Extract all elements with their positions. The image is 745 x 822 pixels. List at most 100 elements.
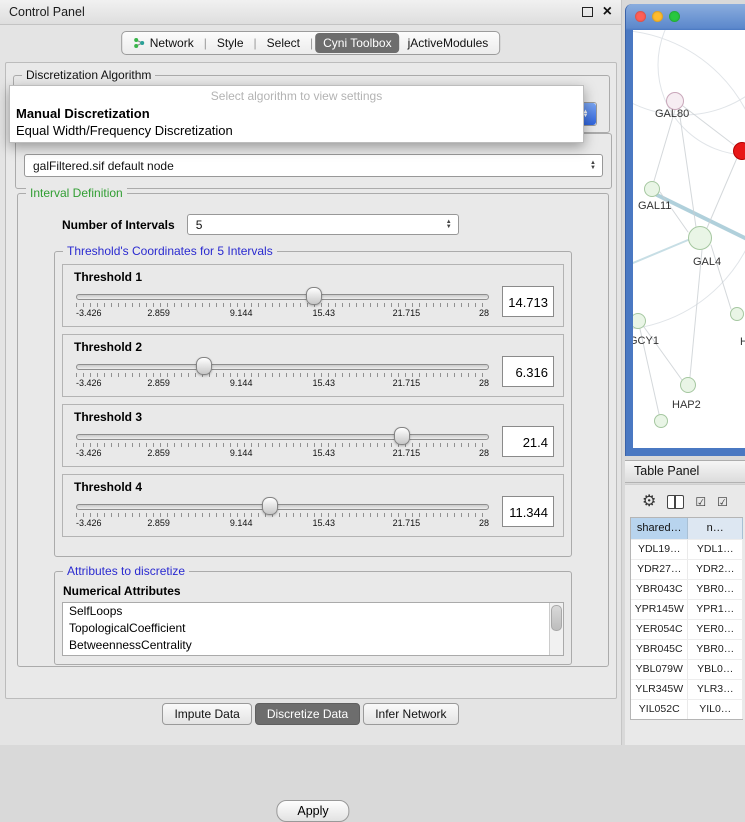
tab-impute-data[interactable]: Impute Data: [162, 703, 251, 725]
tab-select[interactable]: Select: [259, 33, 308, 53]
table-cell[interactable]: YLR345W: [631, 680, 688, 699]
close-button[interactable]: [635, 11, 646, 22]
table-cell[interactable]: YDR27…: [631, 560, 688, 579]
attribute-list-item[interactable]: SelfLoops: [63, 603, 563, 620]
threshold-slider[interactable]: -3.4262.8599.14415.4321.71528: [76, 495, 489, 531]
table-cell[interactable]: YBL0…: [688, 660, 743, 679]
number-of-intervals-combobox[interactable]: 5 ▲▼: [187, 214, 459, 235]
tab-discretize-data[interactable]: Discretize Data: [255, 703, 360, 725]
slider-track[interactable]: [76, 294, 489, 300]
select-all-checkbox-icon[interactable]: ☑: [695, 496, 706, 508]
table-cell[interactable]: YBR0…: [688, 580, 743, 599]
close-window-icon[interactable]: ×: [603, 4, 612, 20]
slider-ticks: [76, 373, 489, 377]
table-cell[interactable]: YPR1…: [688, 600, 743, 619]
numerical-attributes-list[interactable]: SelfLoopsTopologicalCoefficientBetweenne…: [62, 602, 564, 656]
threshold-slider[interactable]: -3.4262.8599.14415.4321.71528: [76, 355, 489, 391]
threshold-value-field[interactable]: 14.713: [502, 286, 554, 317]
desktop: Control Panel × Network | Style | Select…: [0, 0, 745, 745]
tick-label: 21.715: [393, 308, 421, 318]
dropdown-item-manual-discretization[interactable]: Manual Discretization: [10, 105, 583, 122]
float-window-icon[interactable]: [582, 7, 593, 17]
table-cell[interactable]: YER054C: [631, 620, 688, 639]
slider-tick-labels: -3.4262.8599.14415.4321.71528: [76, 518, 489, 529]
slider-thumb[interactable]: [306, 287, 322, 305]
table-cell[interactable]: YLR3…: [688, 680, 743, 699]
interval-definition-group: Interval Definition Number of Intervals …: [17, 193, 609, 667]
tab-jactivemodules[interactable]: jActiveModules: [400, 33, 497, 53]
settings-gear-icon[interactable]: ⚙: [642, 494, 656, 510]
column-header[interactable]: shared…: [631, 518, 688, 539]
combobox-arrows-icon: ▲▼: [590, 161, 596, 170]
slider-track[interactable]: [76, 434, 489, 440]
threshold-slider[interactable]: -3.4262.8599.14415.4321.71528: [76, 285, 489, 321]
node-label: H: [740, 336, 745, 348]
threshold-label: Threshold 3: [63, 405, 563, 424]
select-none-checkbox-icon[interactable]: ☑: [717, 496, 728, 508]
group-title: Attributes to discretize: [63, 564, 189, 578]
dropdown-item-equal-width-frequency[interactable]: Equal Width/Frequency Discretization: [10, 122, 583, 139]
table-cell[interactable]: YPR145W: [631, 600, 688, 619]
tab-infer-network[interactable]: Infer Network: [363, 703, 458, 725]
threshold-value-field[interactable]: 6.316: [502, 356, 554, 387]
window-traffic-lights: [635, 11, 680, 22]
column-header[interactable]: n…: [688, 518, 743, 539]
slider-thumb[interactable]: [262, 497, 278, 515]
tab-style[interactable]: Style: [209, 33, 252, 53]
network-node[interactable]: [644, 181, 660, 197]
table-cell[interactable]: YER0…: [688, 620, 743, 639]
list-scrollbar[interactable]: [549, 603, 563, 655]
table-panel-toolbar: ⚙ ☑ ☑: [625, 485, 745, 517]
slider-ticks: [76, 303, 489, 307]
node-label: GCY1: [633, 335, 659, 347]
tick-label: 21.715: [393, 518, 421, 528]
table-cell[interactable]: YDR2…: [688, 560, 743, 579]
table-cell[interactable]: YBR045C: [631, 640, 688, 659]
attribute-list-item[interactable]: BetweennessCentrality: [63, 637, 563, 654]
table-row[interactable]: YER054CYER0…: [631, 619, 743, 639]
column-visibility-icon[interactable]: [667, 495, 684, 509]
attribute-list-item[interactable]: TopologicalCoefficient: [63, 620, 563, 637]
tick-label: 2.859: [147, 378, 170, 388]
threshold-value-field[interactable]: 21.4: [502, 426, 554, 457]
table-cell[interactable]: YDL1…: [688, 540, 743, 559]
slider-thumb[interactable]: [196, 357, 212, 375]
tick-label: 15.43: [313, 308, 336, 318]
table-cell[interactable]: YBR0…: [688, 640, 743, 659]
network-node[interactable]: [733, 142, 745, 160]
node-label: GAL4: [693, 256, 721, 268]
network-node[interactable]: [688, 226, 712, 250]
zoom-button[interactable]: [669, 11, 680, 22]
table-row[interactable]: YIL052CYIL0…: [631, 699, 743, 719]
table-row[interactable]: YBL079WYBL0…: [631, 659, 743, 679]
tab-label: Style: [217, 36, 244, 50]
tab-cyni-toolbox[interactable]: Cyni Toolbox: [315, 33, 399, 53]
network-node[interactable]: [654, 414, 668, 428]
minimize-button[interactable]: [652, 11, 663, 22]
tab-label: jActiveModules: [408, 36, 489, 50]
table-row[interactable]: YDL19…YDL1…: [631, 539, 743, 559]
slider-track[interactable]: [76, 504, 489, 510]
table-cell[interactable]: YDL19…: [631, 540, 688, 559]
table-row[interactable]: YDR27…YDR2…: [631, 559, 743, 579]
table-row[interactable]: YLR345WYLR3…: [631, 679, 743, 699]
network-node[interactable]: [730, 307, 744, 321]
network-canvas[interactable]: GAL80GAL11GAL4GCY1HHAP2: [633, 30, 745, 448]
table-data-combobox[interactable]: galFiltered.sif default node ▲▼: [24, 154, 603, 177]
table-cell[interactable]: YIL0…: [688, 700, 743, 719]
table-row[interactable]: YBR045CYBR0…: [631, 639, 743, 659]
table-row[interactable]: YPR145WYPR1…: [631, 599, 743, 619]
slider-thumb[interactable]: [394, 427, 410, 445]
table-row[interactable]: YBR043CYBR0…: [631, 579, 743, 599]
table-cell[interactable]: YBL079W: [631, 660, 688, 679]
table-cell[interactable]: YBR043C: [631, 580, 688, 599]
threshold-slider[interactable]: -3.4262.8599.14415.4321.71528: [76, 425, 489, 461]
scrollbar-thumb[interactable]: [551, 605, 562, 631]
network-node[interactable]: [680, 377, 696, 393]
table-panel: ⚙ ☑☑ shared…n… YDL19…YDL1…YDR27…YDR2…YBR…: [625, 484, 745, 745]
slider-track[interactable]: [76, 364, 489, 370]
tab-network[interactable]: Network: [125, 33, 202, 53]
apply-button[interactable]: Apply: [276, 800, 349, 822]
table-cell[interactable]: YIL052C: [631, 700, 688, 719]
threshold-value-field[interactable]: 11.344: [502, 496, 554, 527]
